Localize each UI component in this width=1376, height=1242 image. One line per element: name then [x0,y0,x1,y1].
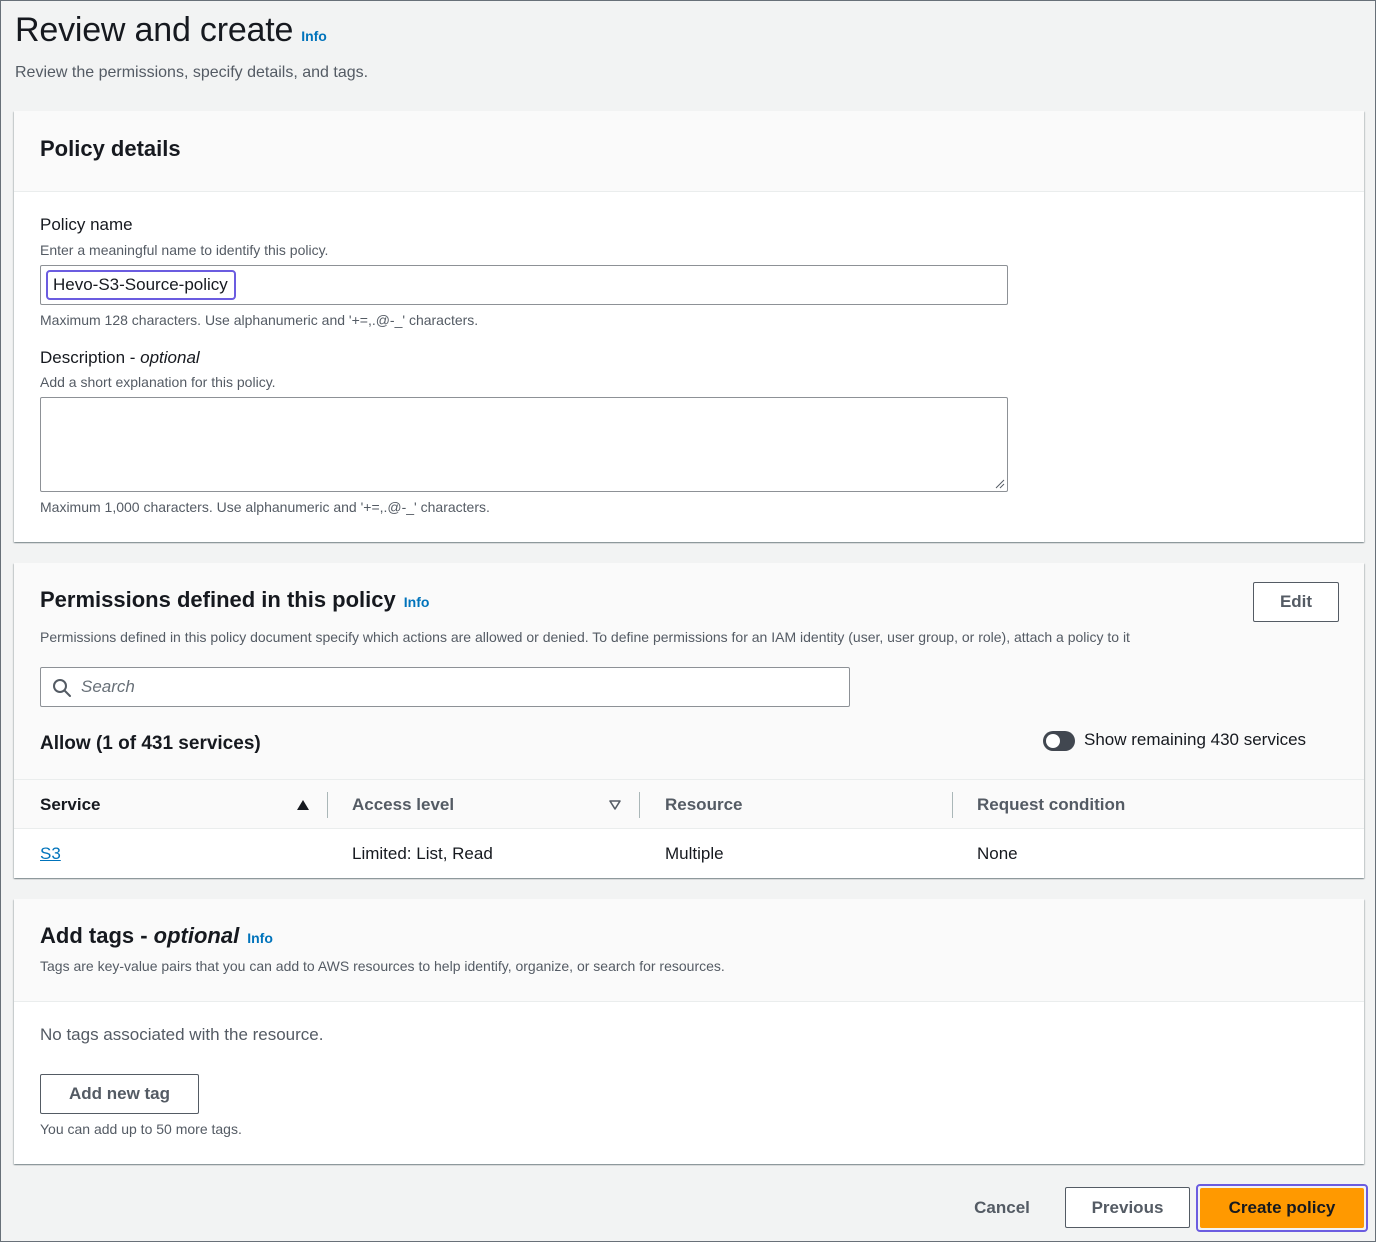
page-title: Review and create [15,11,294,49]
column-service[interactable]: Service [40,795,101,815]
description-textarea[interactable] [40,397,1008,492]
tags-header: Add tags - optional Info Tags are key-val… [14,899,1364,1002]
cell-access-level: Limited: List, Read [352,844,493,863]
policy-details-header: Policy details [14,111,1364,192]
create-policy-button[interactable]: Create policy [1200,1188,1364,1228]
resize-grip-icon[interactable] [995,479,1005,489]
toggle-knob [1046,734,1060,748]
permissions-table-header: Service Access level Resource Request co… [14,779,1364,829]
allow-count-title: Allow (1 of 431 services) [40,733,261,754]
description-label: Description - optional [40,348,200,368]
page-subtitle: Review the permissions, specify details,… [15,64,369,81]
no-tags-text: No tags associated with the resource. [40,1025,324,1044]
cell-resource: Multiple [665,844,724,863]
search-input[interactable]: Search [40,667,850,707]
permissions-card: Permissions defined in this policy Info E… [14,563,1364,878]
edit-button[interactable]: Edit [1253,582,1339,622]
column-divider[interactable] [327,792,328,818]
sort-ascending-icon[interactable] [297,800,309,810]
policy-details-card: Policy details Policy name Enter a meani… [14,111,1364,542]
header-info-link[interactable]: Info [301,28,327,44]
permissions-description: Permissions defined in this policy docum… [40,629,1130,645]
permissions-info-link[interactable]: Info [404,594,430,610]
tags-description: Tags are key-value pairs that you can ad… [40,958,725,974]
permissions-title: Permissions defined in this policy [40,587,396,612]
add-new-tag-button[interactable]: Add new tag [40,1074,199,1114]
description-label-text: Description - [40,348,141,367]
tags-title-optional: optional [153,923,240,948]
page-header: Review and create Info Review the permiss… [15,11,368,82]
service-link-s3[interactable]: S3 [40,844,61,864]
tags-title-row: Add tags - optional Info [40,923,273,949]
tags-title: Add tags - [40,923,154,948]
table-row: S3 Limited: List, Read Multiple None [14,829,1364,878]
description-help: Add a short explanation for this policy. [40,374,276,390]
previous-button[interactable]: Previous [1065,1187,1190,1228]
tags-info-link[interactable]: Info [247,930,273,946]
tags-limit-text: You can add up to 50 more tags. [40,1121,242,1137]
column-divider[interactable] [639,792,640,818]
search-placeholder: Search [81,677,135,696]
column-access-level[interactable]: Access level [352,795,454,815]
sort-descending-icon[interactable] [609,800,621,810]
policy-name-label: Policy name [40,215,133,234]
description-constraint: Maximum 1,000 characters. Use alphanumer… [40,499,490,515]
tags-card: Add tags - optional Info Tags are key-val… [14,899,1364,1164]
policy-name-input[interactable]: Hevo-S3-Source-policy [40,265,1008,305]
show-remaining-toggle[interactable] [1043,731,1075,751]
cancel-button[interactable]: Cancel [959,1187,1045,1228]
search-icon [53,679,71,697]
description-optional: optional [140,348,200,367]
column-request-condition[interactable]: Request condition [977,795,1125,815]
policy-name-description: Enter a meaningful name to identify this… [40,242,329,258]
cell-request-condition: None [977,844,1018,863]
show-remaining-label: Show remaining 430 services [1084,730,1307,749]
policy-name-value: Hevo-S3-Source-policy [46,270,236,300]
policy-details-title: Policy details [40,136,181,161]
policy-name-constraint: Maximum 128 characters. Use alphanumeric… [40,312,479,328]
column-resource[interactable]: Resource [665,795,742,815]
permissions-header: Permissions defined in this policy Info [40,587,429,613]
column-divider[interactable] [952,792,953,818]
